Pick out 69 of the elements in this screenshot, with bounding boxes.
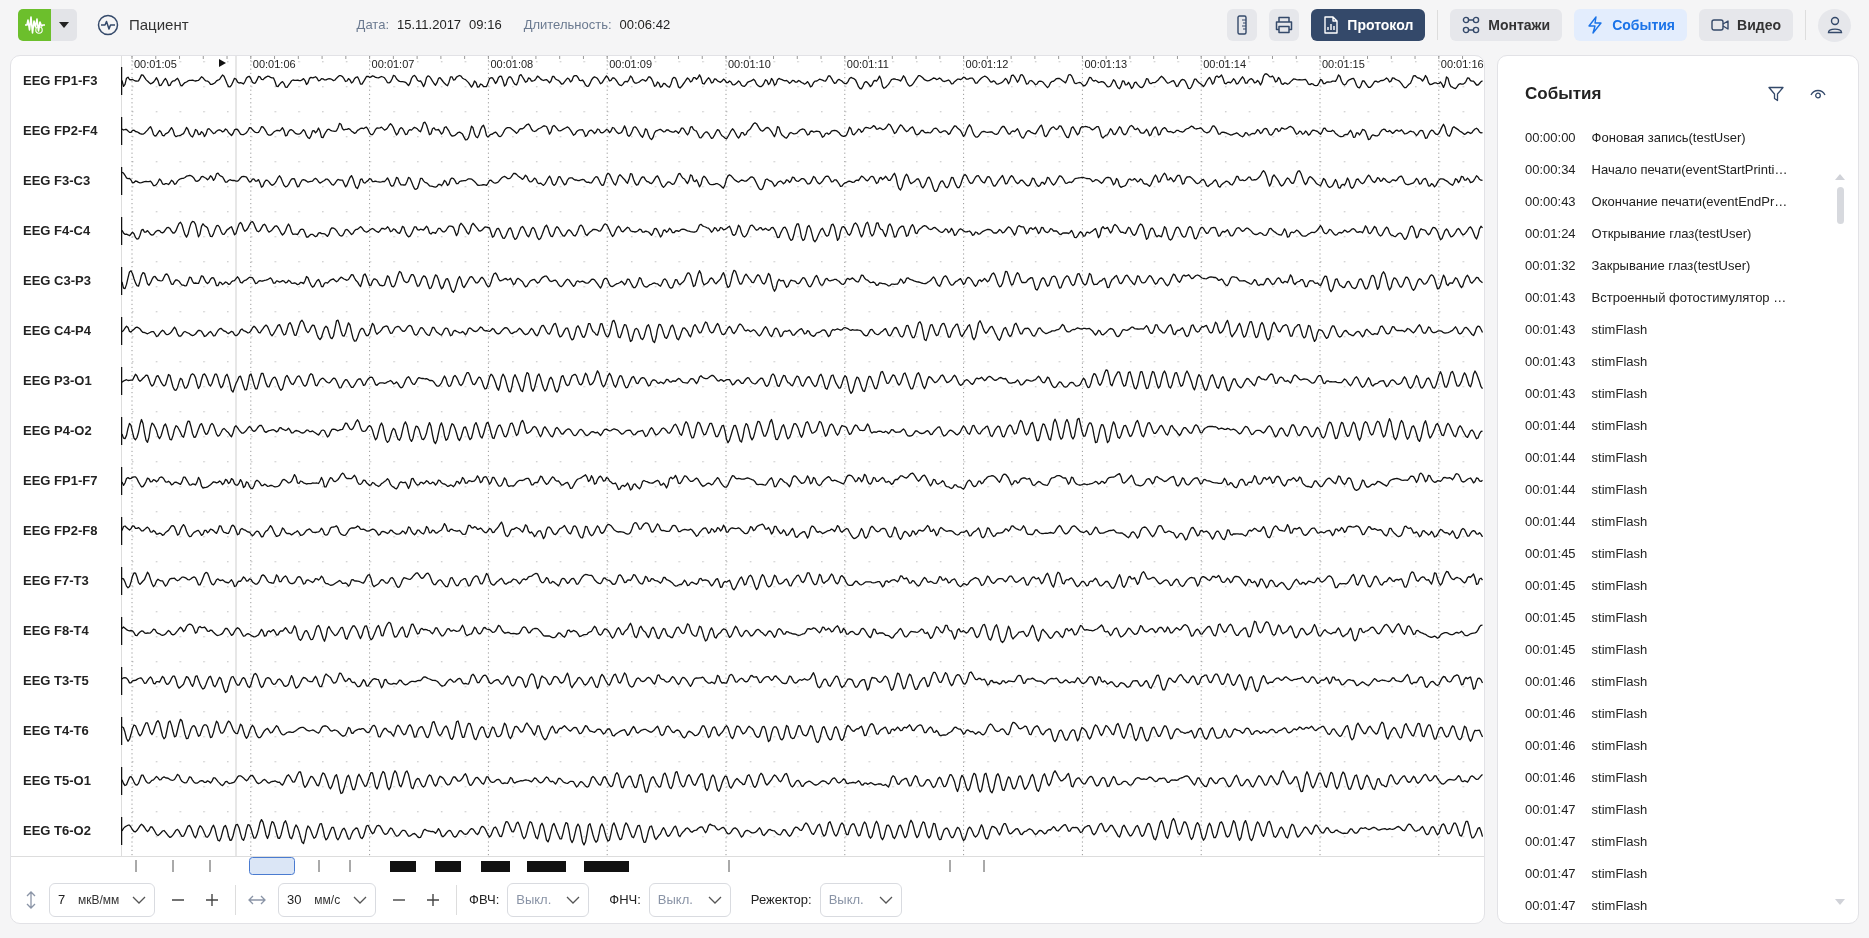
event-row[interactable]: 00:00:00 Фоновая запись(testUser) [1498, 122, 1858, 154]
event-row[interactable]: 00:01:24 Открывание глаз(testUser) [1498, 218, 1858, 250]
channel-label: EEG P4-O2 [22, 422, 93, 441]
time-label: 00:01:09 [609, 58, 653, 70]
channel-label: EEG T4-T6 [22, 722, 90, 741]
toggle-button[interactable]: Видео [1699, 9, 1793, 41]
date-value: 15.11.2017 [397, 16, 462, 35]
duration-value: 00:06:42 [619, 16, 671, 35]
toggle-button[interactable]: Монтажи [1450, 9, 1563, 41]
event-row[interactable]: 00:01:47 stimFlash [1498, 890, 1858, 922]
channel-label: EEG T6-O2 [22, 822, 92, 841]
panel-title: События [1525, 83, 1602, 106]
event-row[interactable]: 00:01:47 stimFlash [1498, 858, 1858, 890]
time-label: 00:01:10 [728, 58, 771, 70]
event-row[interactable]: 00:01:47 stimFlash [1498, 794, 1858, 826]
event-row[interactable]: 00:01:45 stimFlash [1498, 602, 1858, 634]
time-label: 00:01:14 [1203, 58, 1247, 70]
patient-link[interactable]: Пациент [129, 13, 189, 37]
event-row[interactable]: 00:01:43 stimFlash [1498, 378, 1858, 410]
event-row[interactable]: 00:01:47 stimFlash [1498, 826, 1858, 858]
channel-label: EEG FP2-F4 [22, 122, 99, 141]
channel-label: EEG FP1-F3 [22, 72, 99, 91]
filter-label: Режектор: [750, 890, 812, 909]
channel-label: EEG F8-T4 [22, 622, 90, 641]
time-label: 00:01:12 [965, 58, 1009, 70]
time-label: 00:01:06 [252, 58, 296, 70]
sensitivity-select[interactable]: 7 мкВ/мм [49, 882, 155, 917]
channel-label: EEG FP1-F7 [22, 472, 99, 491]
channel-label: EEG FP2-F8 [22, 522, 99, 541]
channel-label: EEG C3-P3 [22, 272, 92, 291]
event-row[interactable]: 00:01:43 Встроенный фотостимулятор … [1498, 282, 1858, 314]
channel-label: EEG F3-C3 [22, 172, 92, 191]
time-label: 00:01:15 [1322, 58, 1365, 70]
event-row[interactable]: 00:01:45 stimFlash [1498, 538, 1858, 570]
event-row[interactable]: 00:01:44 stimFlash [1498, 474, 1858, 506]
channel-label: EEG F7-T3 [22, 572, 90, 591]
event-row[interactable]: 00:01:45 stimFlash [1498, 570, 1858, 602]
speed-select[interactable]: 30 мм/с [278, 882, 376, 917]
event-row[interactable]: 00:01:44 stimFlash [1498, 442, 1858, 474]
event-row[interactable]: 00:01:43 stimFlash [1498, 346, 1858, 378]
event-row[interactable]: 00:00:43 Окончание печати(eventEndPr… [1498, 186, 1858, 218]
filter-label: ФНЧ: [609, 890, 641, 909]
time-label: 00:01:05 [134, 58, 177, 70]
event-row[interactable]: 00:01:45 stimFlash [1498, 634, 1858, 666]
channel-label: EEG C4-P4 [22, 322, 92, 341]
event-row[interactable]: 00:01:46 stimFlash [1498, 762, 1858, 794]
protocol-button[interactable]: Протокол [1311, 9, 1426, 41]
time-label: 00:01:16 [1440, 58, 1484, 70]
channel-label: EEG T3-T5 [22, 672, 90, 691]
time-label: 00:01:08 [490, 58, 534, 70]
event-row[interactable]: 00:01:43 stimFlash [1498, 314, 1858, 346]
duration-label: Длительность: [523, 16, 612, 35]
channel-label: EEG T5-O1 [22, 772, 92, 791]
time-label: 00:01:11 [846, 58, 889, 70]
date-label: Дата: [356, 16, 389, 35]
toggle-button[interactable]: События [1574, 9, 1688, 41]
time-label: 00:01:13 [1084, 58, 1128, 70]
event-row[interactable]: 00:01:44 stimFlash [1498, 506, 1858, 538]
filter-label: ФВЧ: [469, 890, 500, 909]
time-label: 00:01:07 [371, 58, 415, 70]
event-row[interactable]: 00:01:44 stimFlash [1498, 410, 1858, 442]
event-row[interactable]: 00:01:32 Закрывание глаз(testUser) [1498, 250, 1858, 282]
event-row[interactable]: 00:01:46 stimFlash [1498, 666, 1858, 698]
time-value: 09:16 [469, 16, 502, 35]
channel-label: EEG P3-O1 [22, 372, 93, 391]
channel-label: EEG F4-C4 [22, 222, 92, 241]
event-row[interactable]: 00:01:46 stimFlash [1498, 698, 1858, 730]
event-row[interactable]: 00:00:34 Начало печати(eventStartPrinti… [1498, 154, 1858, 186]
event-row[interactable]: 00:01:46 stimFlash [1498, 730, 1858, 762]
